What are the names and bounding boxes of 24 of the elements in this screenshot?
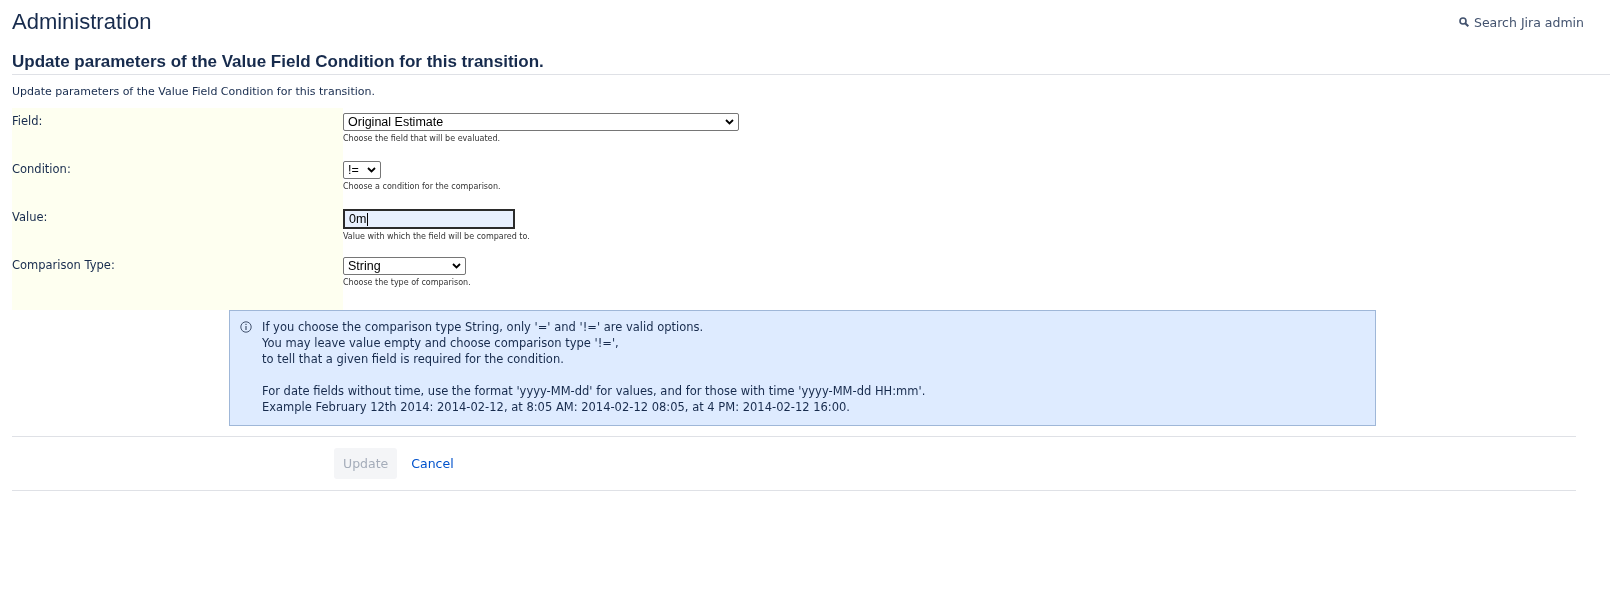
page-title: Administration bbox=[12, 9, 152, 35]
search-icon bbox=[1458, 17, 1469, 27]
field-label: Condition: bbox=[12, 162, 71, 176]
help-text: Value with which the field will be compared to. bbox=[343, 232, 530, 241]
info-text: For date fields without time, use the format 'yyyy-MM-dd' for values, and for those with time 'yyyy-MM-dd HH:mm'. Example February 12th 2014: 2014-02-12, at 8:05 AM: 2014-02-12 08:05, at 4 PM: 2014-02-12 16:00. bbox=[262, 383, 926, 415]
select-field[interactable]: String bbox=[343, 257, 466, 275]
info-icon bbox=[240, 321, 252, 333]
field-label: Field: bbox=[12, 114, 43, 128]
select-field[interactable]: Original Estimate bbox=[343, 113, 739, 131]
chevron-down-icon bbox=[725, 119, 734, 125]
info-text: If you choose the comparison type String, only '=' and '!=' are valid options. You may leave value empty and choose comparison type '!=', to tell that a given field is required for the condition. bbox=[262, 319, 705, 367]
help-text: Choose the field that will be evaluated. bbox=[343, 134, 501, 143]
input-field[interactable]: 0m bbox=[343, 209, 515, 229]
help-text: Choose the type of comparison. bbox=[343, 278, 471, 287]
help-text: Choose a condition for the comparison. bbox=[343, 182, 501, 191]
page-heading: Update parameters of the Value Field Condition for this transition. bbox=[12, 52, 1610, 75]
field-label: Comparison Type: bbox=[12, 258, 115, 272]
chevron-down-icon bbox=[367, 167, 376, 173]
cancel-link[interactable]: Cancel bbox=[407, 456, 458, 471]
page-description: Update parameters of the Value Field Condition for this transition. bbox=[12, 85, 376, 98]
chevron-down-icon bbox=[452, 263, 461, 269]
field-label: Value: bbox=[12, 210, 48, 224]
search-link[interactable]: Search Jira admin bbox=[1458, 14, 1584, 30]
select-field[interactable]: != bbox=[343, 161, 381, 179]
